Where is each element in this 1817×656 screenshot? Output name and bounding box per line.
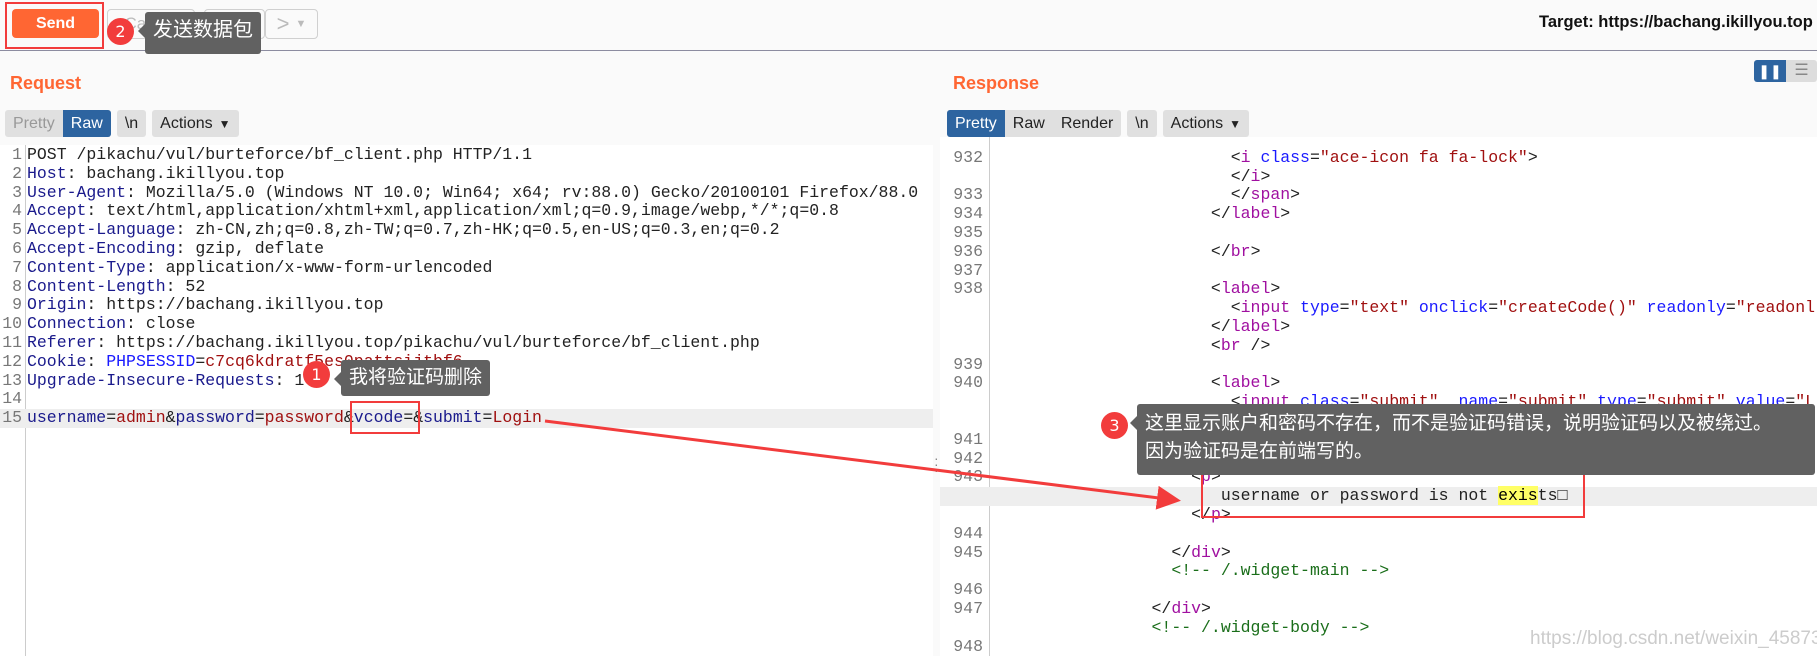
arrow-line xyxy=(544,419,1181,510)
annotation-arrow xyxy=(544,419,1181,510)
